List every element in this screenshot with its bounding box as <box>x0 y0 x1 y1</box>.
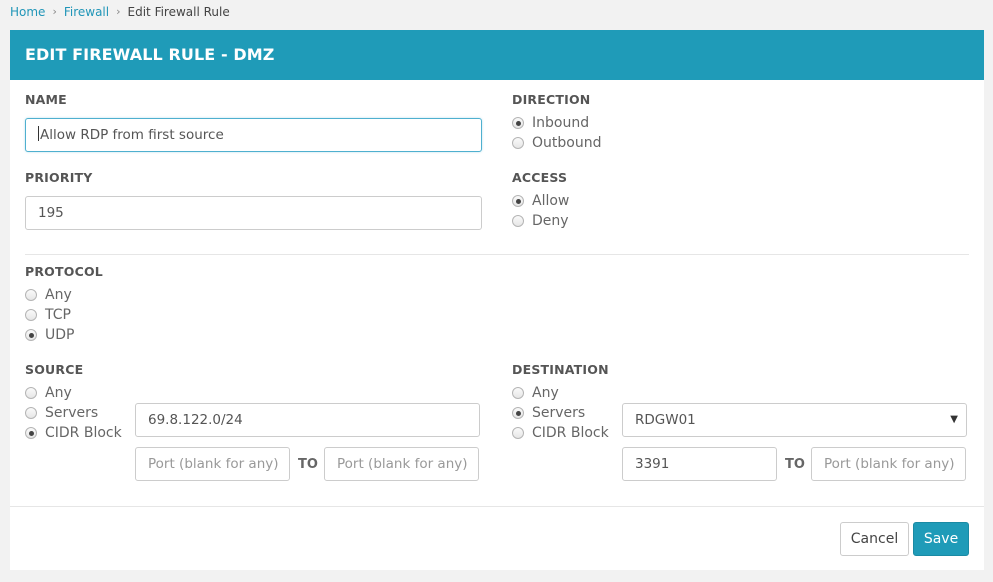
protocol-label: PROTOCOL <box>25 264 103 279</box>
source-port-to-input[interactable]: Port (blank for any) <box>324 447 479 481</box>
access-option-label: Deny <box>532 213 569 229</box>
priority-label: PRIORITY <box>25 170 93 185</box>
radio-button[interactable] <box>512 195 524 207</box>
protocol-option-tcp[interactable]: TCP <box>25 305 71 325</box>
direction-label: DIRECTION <box>512 92 591 107</box>
priority-input[interactable]: 195 <box>25 196 482 230</box>
source-to-label: TO <box>298 457 318 472</box>
name-input-value: Allow RDP from first source <box>40 127 224 143</box>
access-option-allow[interactable]: Allow <box>512 191 569 211</box>
source-label: SOURCE <box>25 362 84 377</box>
source-port-from-input[interactable]: Port (blank for any) <box>135 447 290 481</box>
protocol-option-label: Any <box>45 287 72 303</box>
source-cidr-input[interactable]: 69.8.122.0/24 <box>135 403 480 437</box>
access-option-label: Allow <box>532 193 570 209</box>
footer-divider <box>10 506 984 507</box>
radio-button[interactable] <box>25 289 37 301</box>
section-divider <box>25 254 969 255</box>
radio-button[interactable] <box>512 215 524 227</box>
breadcrumb-separator: › <box>52 5 57 18</box>
radio-button[interactable] <box>512 407 524 419</box>
radio-button[interactable] <box>25 387 37 399</box>
destination-label: DESTINATION <box>512 362 609 377</box>
source-option-label: Any <box>45 385 72 401</box>
breadcrumb-separator: › <box>116 5 121 18</box>
source-option-label: CIDR Block <box>45 425 122 441</box>
direction-option-inbound[interactable]: Inbound <box>512 113 589 133</box>
direction-option-label: Outbound <box>532 135 602 151</box>
destination-server-select[interactable]: RDGW01 ▼ <box>622 403 967 437</box>
destination-option-cidr-block[interactable]: CIDR Block <box>512 423 609 443</box>
name-input[interactable]: Allow RDP from first source <box>25 118 482 152</box>
protocol-option-udp[interactable]: UDP <box>25 325 74 345</box>
destination-option-servers[interactable]: Servers <box>512 403 585 423</box>
breadcrumb: Home › Firewall › Edit Firewall Rule <box>10 4 230 20</box>
radio-button[interactable] <box>512 137 524 149</box>
save-button[interactable]: Save <box>913 522 969 556</box>
radio-button[interactable] <box>25 309 37 321</box>
radio-button[interactable] <box>512 427 524 439</box>
text-cursor <box>38 126 39 141</box>
radio-button[interactable] <box>25 407 37 419</box>
source-option-any[interactable]: Any <box>25 383 72 403</box>
access-label: ACCESS <box>512 170 568 185</box>
destination-option-label: Any <box>532 385 559 401</box>
edit-firewall-rule-panel: EDIT FIREWALL RULE - DMZ NAME Allow RDP … <box>10 30 984 570</box>
destination-server-select-value: RDGW01 <box>635 412 696 428</box>
protocol-option-label: TCP <box>45 307 71 323</box>
radio-button[interactable] <box>25 427 37 439</box>
destination-option-any[interactable]: Any <box>512 383 559 403</box>
direction-option-label: Inbound <box>532 115 590 131</box>
destination-option-label: CIDR Block <box>532 425 609 441</box>
radio-button[interactable] <box>512 117 524 129</box>
breadcrumb-home-link[interactable]: Home <box>10 4 45 20</box>
destination-to-label: TO <box>785 457 805 472</box>
source-option-label: Servers <box>45 405 99 421</box>
protocol-option-label: UDP <box>45 327 75 343</box>
destination-port-from-input[interactable]: 3391 <box>622 447 777 481</box>
chevron-down-icon: ▼ <box>950 414 958 425</box>
page-title: EDIT FIREWALL RULE - DMZ <box>10 30 984 80</box>
breadcrumb-current: Edit Firewall Rule <box>127 5 230 19</box>
protocol-option-any[interactable]: Any <box>25 285 72 305</box>
source-option-servers[interactable]: Servers <box>25 403 98 423</box>
breadcrumb-firewall-link[interactable]: Firewall <box>64 4 109 20</box>
destination-option-label: Servers <box>532 405 586 421</box>
cancel-button[interactable]: Cancel <box>840 522 909 556</box>
destination-port-to-input[interactable]: Port (blank for any) <box>811 447 966 481</box>
direction-option-outbound[interactable]: Outbound <box>512 133 601 153</box>
radio-button[interactable] <box>25 329 37 341</box>
source-option-cidr-block[interactable]: CIDR Block <box>25 423 122 443</box>
radio-button[interactable] <box>512 387 524 399</box>
access-option-deny[interactable]: Deny <box>512 211 569 231</box>
name-label: NAME <box>25 92 67 107</box>
